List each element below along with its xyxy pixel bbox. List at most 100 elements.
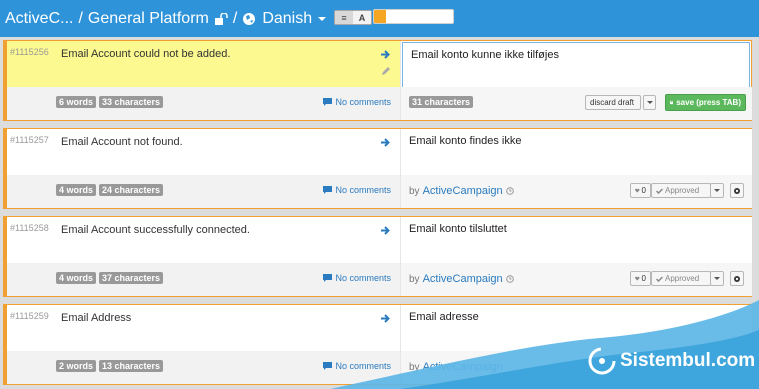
breadcrumb-project[interactable]: ActiveC... — [5, 10, 73, 28]
source-text: Email Account could not be added. — [61, 48, 231, 60]
clock-icon — [505, 187, 514, 195]
string-row: #1115256 Email Account could not be adde… — [3, 40, 752, 121]
comment-icon — [323, 186, 333, 194]
status-label: Approved — [665, 186, 700, 195]
discard-draft-button[interactable]: discard draft — [585, 95, 641, 110]
gear-icon — [734, 187, 740, 194]
heart-icon — [635, 276, 640, 281]
approve-options-button[interactable] — [710, 271, 724, 286]
translation-text[interactable]: Email konto tilsluttet — [409, 223, 507, 235]
watermark: Sistembul.com — [588, 347, 755, 375]
gear-icon — [734, 275, 740, 282]
comments-label: No comments — [335, 273, 391, 283]
breadcrumb-separator-2: / — [232, 9, 238, 27]
translation-editor[interactable]: Email konto kunne ikke tilføjes — [402, 42, 750, 88]
translator-link[interactable]: ActiveCampaign — [423, 361, 503, 373]
breadcrumb-separator: / — [78, 9, 83, 27]
string-row: #1115257 Email Account not found. 4 word… — [3, 128, 752, 209]
string-id: #1115258 — [10, 223, 49, 233]
sistembul-logo — [588, 347, 616, 375]
source-text: Email Address — [61, 312, 132, 324]
char-count-badge: 33 characters — [99, 96, 164, 108]
translation-cell: Email konto findes ikke by ActiveCampaig… — [401, 129, 752, 208]
chevron-down-icon — [646, 101, 653, 104]
globe-icon — [243, 12, 256, 25]
comments-label: No comments — [335, 185, 391, 195]
comments-link[interactable]: No comments — [323, 361, 391, 371]
by-label: by — [409, 273, 420, 285]
comment-icon — [323, 98, 333, 106]
comments-link[interactable]: No comments — [323, 97, 391, 107]
string-id: #1115256 — [10, 47, 49, 57]
pencil-icon[interactable] — [381, 66, 391, 76]
unlock-icon — [214, 12, 228, 25]
approve-button[interactable]: Approved — [651, 183, 711, 198]
source-cell: #1115257 Email Account not found. 4 word… — [7, 129, 401, 208]
language-selector[interactable]: Danish — [242, 10, 327, 28]
save-label: save (press TAB) — [676, 98, 741, 107]
floppy-icon — [670, 100, 674, 105]
heart-icon — [635, 188, 640, 193]
char-count-badge: 37 characters — [99, 272, 164, 284]
vote-count: 0 — [641, 274, 646, 283]
source-text: Email Account not found. — [61, 136, 183, 148]
comments-link[interactable]: No comments — [323, 185, 391, 195]
source-text: Email Account successfully connected. — [61, 224, 250, 236]
copy-source-arrow-icon[interactable] — [380, 49, 391, 60]
word-count-badge: 2 words — [56, 360, 97, 372]
vote-button[interactable]: 0 — [630, 183, 651, 198]
translation-text[interactable]: Email konto kunne ikke tilføjes — [411, 49, 559, 61]
string-id: #1115259 — [10, 311, 49, 321]
approve-button[interactable]: Approved — [651, 271, 711, 286]
word-count-badge: 4 words — [56, 272, 97, 284]
vote-button[interactable]: 0 — [630, 271, 651, 286]
source-cell: #1115256 Email Account could not be adde… — [7, 41, 401, 120]
comments-label: No comments — [335, 361, 391, 371]
comments-link[interactable]: No comments — [323, 273, 391, 283]
translation-text[interactable]: Email konto findes ikke — [409, 135, 522, 147]
char-count-badge: 24 characters — [99, 184, 164, 196]
translation-area[interactable]: Email konto tilsluttet — [401, 217, 752, 263]
chevron-down-icon — [714, 189, 720, 192]
discard-options-button[interactable] — [643, 95, 656, 110]
by-label: by — [409, 361, 420, 373]
view-toggle: ≡ A — [334, 10, 372, 25]
check-icon — [656, 275, 663, 282]
translator-link[interactable]: ActiveCampaign — [423, 185, 503, 197]
discard-draft-label: discard draft — [590, 98, 635, 107]
copy-source-arrow-icon[interactable] — [380, 225, 391, 236]
translation-text[interactable]: Email adresse — [409, 311, 479, 323]
translator-info: by ActiveCampaign — [409, 361, 503, 373]
watermark-text: Sistembul.com — [620, 350, 756, 371]
translator-info: by ActiveCampaign — [409, 185, 514, 197]
text-view-button[interactable]: A — [353, 11, 371, 24]
copy-source-arrow-icon[interactable] — [380, 313, 391, 324]
progress-fill — [374, 10, 386, 23]
translator-info: by ActiveCampaign — [409, 273, 514, 285]
translation-cell: Email konto kunne ikke tilføjes 31 chara… — [401, 41, 752, 120]
translation-char-count-badge: 31 characters — [409, 96, 474, 108]
copy-source-arrow-icon[interactable] — [380, 137, 391, 148]
string-id: #1115257 — [10, 135, 49, 145]
word-count-badge: 4 words — [56, 184, 97, 196]
translation-area[interactable]: Email konto findes ikke — [401, 129, 752, 175]
vote-count: 0 — [641, 186, 646, 195]
status-label: Approved — [665, 274, 700, 283]
check-icon — [656, 187, 663, 194]
char-count-badge: 13 characters — [99, 360, 164, 372]
comment-icon — [323, 274, 333, 282]
settings-button[interactable] — [730, 183, 744, 198]
clock-icon — [505, 275, 514, 283]
source-cell: #1115259 Email Address 2 words 13 charac… — [7, 305, 401, 384]
translation-cell: Email konto tilsluttet by ActiveCampaign… — [401, 217, 752, 296]
word-count-badge: 6 words — [56, 96, 97, 108]
settings-button[interactable] — [730, 271, 744, 286]
save-button[interactable]: save (press TAB) — [665, 94, 746, 111]
translation-area[interactable]: Email adresse — [401, 305, 752, 351]
approve-options-button[interactable] — [710, 183, 724, 198]
list-view-button[interactable]: ≡ — [335, 11, 353, 24]
chevron-down-icon — [318, 16, 327, 21]
breadcrumb-resource[interactable]: General Platform — [88, 10, 209, 28]
translator-link[interactable]: ActiveCampaign — [423, 273, 503, 285]
by-label: by — [409, 185, 420, 197]
